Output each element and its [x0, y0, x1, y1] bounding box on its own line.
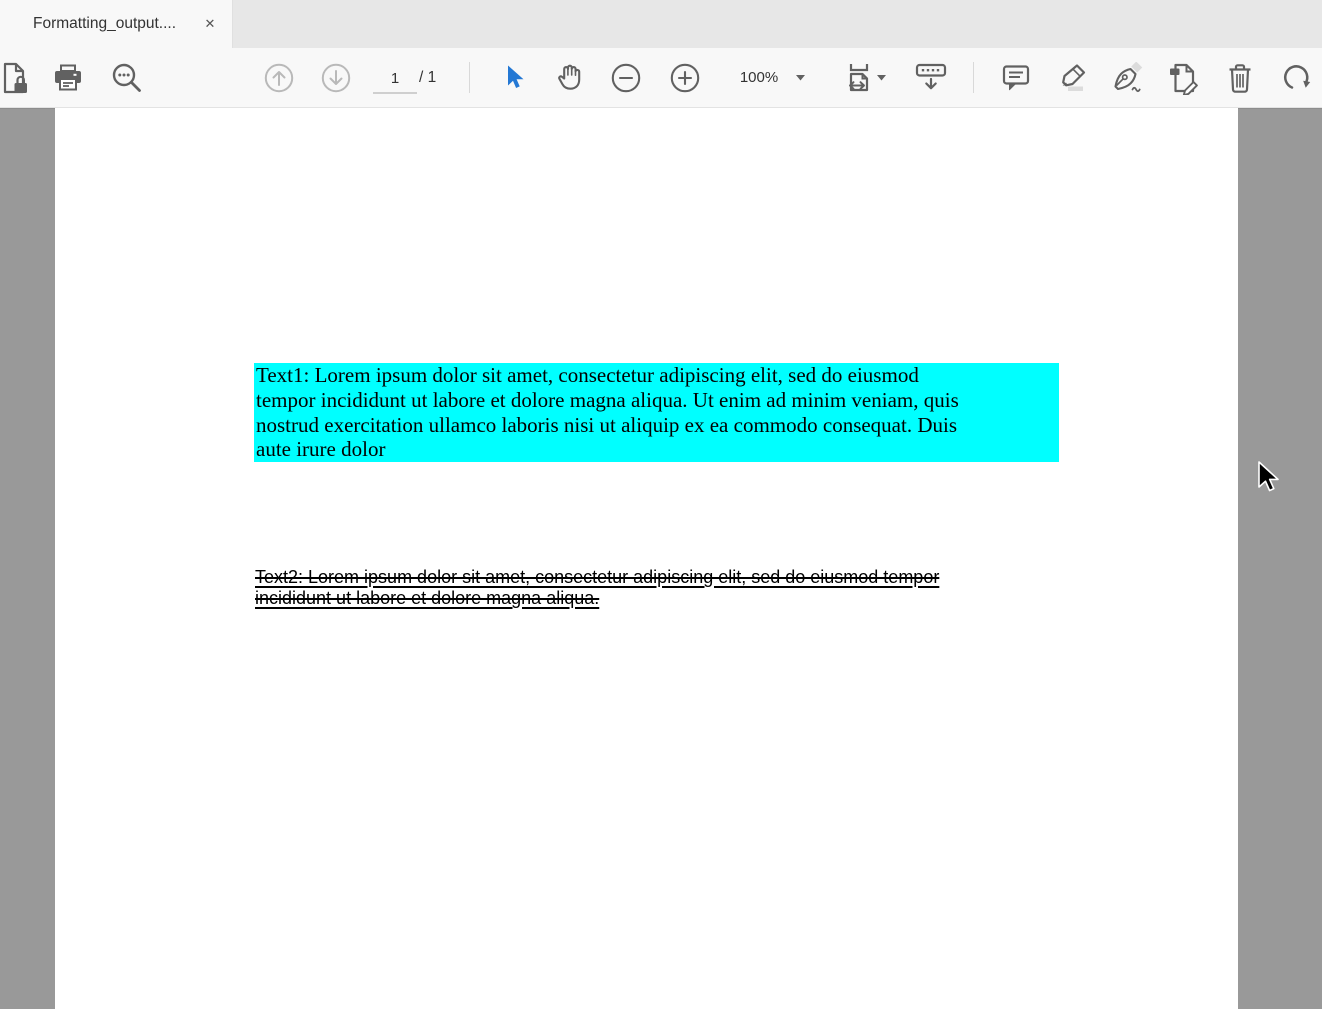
fill-and-sign-button[interactable]	[1108, 58, 1148, 98]
page-up-icon	[263, 62, 295, 94]
tab-bar: Formatting_output.... ✕	[0, 0, 1322, 48]
main-toolbar: / 1 100%	[0, 48, 1322, 108]
document-text-line: tempor incididunt ut labore et dolore ma…	[256, 388, 1059, 413]
select-tool-button[interactable]	[494, 58, 534, 98]
zoom-in-button[interactable]	[665, 58, 705, 98]
print-button[interactable]	[48, 58, 88, 98]
pdf-viewer-window: Formatting_output.... ✕	[0, 0, 1322, 1009]
tab-close-icon[interactable]: ✕	[200, 14, 220, 34]
delete-icon	[1224, 61, 1256, 95]
page-fit-dropdown-caret-icon[interactable]	[877, 75, 886, 81]
comment-icon	[1000, 62, 1032, 94]
previous-page-button[interactable]	[259, 58, 299, 98]
select-tool-icon	[500, 63, 528, 93]
document-text-line: Text2: Lorem ipsum dolor sit amet, conse…	[255, 567, 944, 587]
search-icon	[110, 61, 144, 95]
secure-document-icon	[0, 61, 32, 95]
document-tab[interactable]: Formatting_output.... ✕	[0, 0, 233, 48]
document-workspace[interactable]: Text1: Lorem ipsum dolor sit amet, conse…	[0, 108, 1322, 1009]
zoom-dropdown-caret-icon[interactable]	[796, 75, 805, 81]
search-button[interactable]	[107, 58, 147, 98]
zoom-in-icon	[669, 62, 701, 94]
zoom-level-value[interactable]: 100%	[733, 69, 785, 86]
highlight-icon	[1055, 62, 1089, 94]
hand-tool-button[interactable]	[549, 58, 589, 98]
document-tab-title: Formatting_output....	[33, 15, 176, 33]
rotate-button[interactable]	[1278, 58, 1318, 98]
zoom-out-button[interactable]	[606, 58, 646, 98]
pdf-page[interactable]: Text1: Lorem ipsum dolor sit amet, conse…	[55, 108, 1238, 1009]
fill-and-sign-icon	[1110, 62, 1146, 94]
page-down-icon	[320, 62, 352, 94]
zoom-out-icon	[610, 62, 642, 94]
secure-document-button[interactable]	[0, 58, 35, 98]
highlight-button[interactable]	[1052, 58, 1092, 98]
collapse-toolbar-icon	[912, 60, 950, 96]
edit-stamp-icon	[1166, 61, 1202, 95]
page-number-input[interactable]	[373, 64, 417, 94]
collapse-toolbar-button[interactable]	[911, 58, 951, 98]
print-icon	[52, 62, 84, 94]
comment-button[interactable]	[996, 58, 1036, 98]
document-text-line: aute irure dolor	[256, 437, 1059, 462]
hand-tool-icon	[552, 61, 586, 95]
document-text-line: nostrud exercitation ullamco laboris nis…	[256, 413, 1059, 438]
strikethrough-annotation-text2[interactable]: Text2: Lorem ipsum dolor sit amet, conse…	[255, 567, 944, 609]
highlight-annotation-text1[interactable]: Text1: Lorem ipsum dolor sit amet, conse…	[254, 363, 1059, 462]
page-fit-width-icon	[842, 60, 878, 96]
document-text-line: Text1: Lorem ipsum dolor sit amet, conse…	[256, 363, 1059, 388]
toolbar-separator	[973, 62, 974, 93]
toolbar-separator	[469, 62, 470, 93]
rotate-icon	[1282, 62, 1314, 94]
document-text-line: incididunt ut labore et dolore magna ali…	[255, 588, 604, 608]
edit-stamp-button[interactable]	[1164, 58, 1204, 98]
delete-button[interactable]	[1220, 58, 1260, 98]
page-fit-width-button[interactable]	[840, 58, 880, 98]
page-count-label: / 1	[419, 69, 436, 87]
next-page-button[interactable]	[316, 58, 356, 98]
